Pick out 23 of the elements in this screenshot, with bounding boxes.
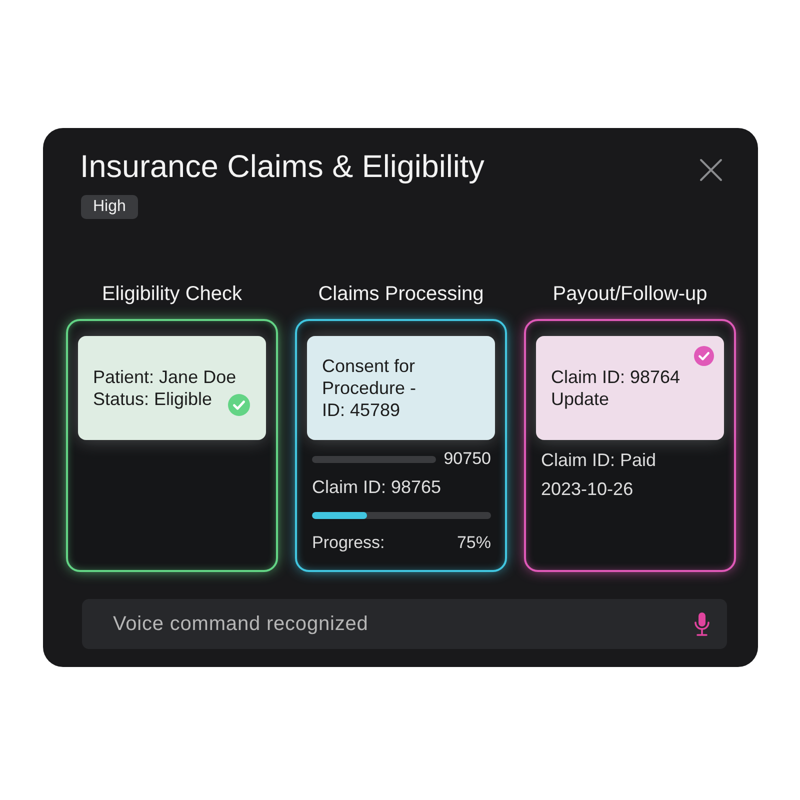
detail-text: Claim ID: Paid [541, 449, 656, 471]
card-text: Consent for [322, 355, 416, 377]
card-text: Status: Eligible [93, 388, 212, 410]
progress-label: Progress: [312, 532, 385, 554]
detail-text: 2023-10-26 [541, 478, 634, 500]
dialog-title: Insurance Claims & Eligibility [80, 148, 484, 184]
card-text: ID: 45789 [322, 399, 400, 421]
card-text: Patient: Jane Doe [93, 366, 236, 388]
column-heading: Claims Processing [318, 282, 484, 306]
close-button[interactable] [699, 158, 723, 182]
voice-input-field[interactable]: Voice command recognized [82, 599, 727, 649]
card-text: Claim ID: 98764 [551, 366, 680, 388]
close-icon [699, 158, 723, 182]
progress-value: 75% [456, 532, 491, 554]
microphone-icon [694, 612, 710, 636]
detail-text: Claim ID: 98765 [312, 476, 442, 498]
column-heading: Payout/Follow-up [552, 282, 708, 306]
bar-reading: 90750 [444, 449, 491, 469]
priority-badge: High [81, 195, 138, 219]
card-text: Update [551, 388, 610, 410]
microphone-button[interactable] [694, 612, 710, 636]
column-heading: Eligibility Check [102, 282, 242, 306]
card-text: Procedure - [322, 377, 416, 399]
